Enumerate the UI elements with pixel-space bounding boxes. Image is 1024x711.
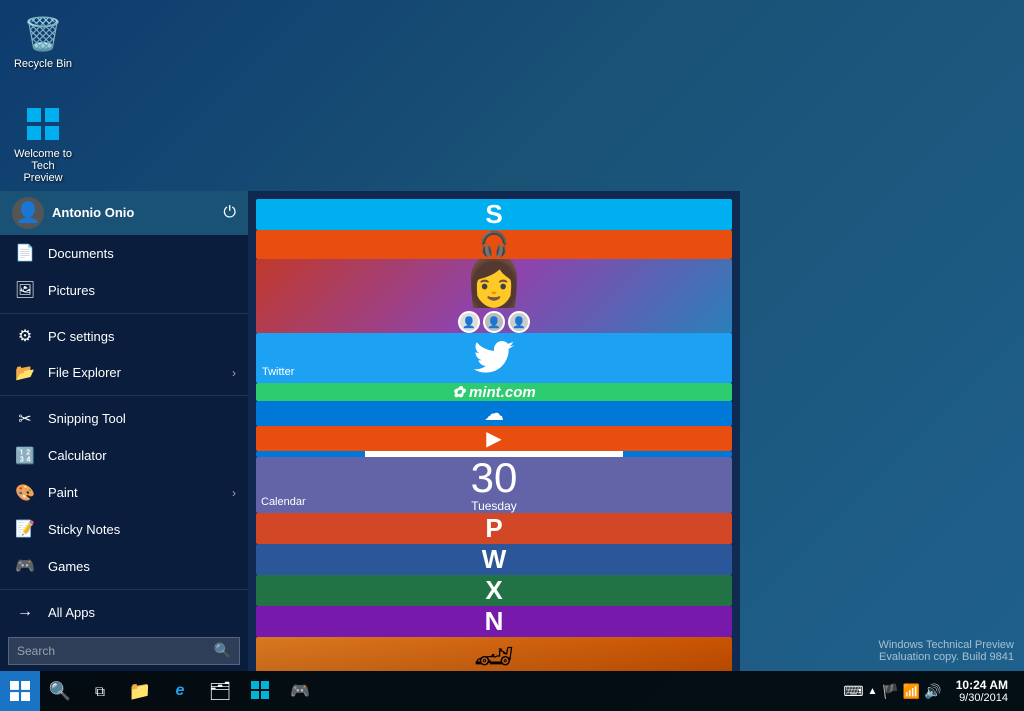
desktop: 🗑️ Recycle Bin Welcome to Tech Preview W… [0,0,1024,711]
tile-photo[interactable]: 👩👤👤👤 [256,259,732,333]
taskbar-folder-button[interactable]: 🗂 [200,671,240,711]
tile-twitter[interactable]: Twitter [256,333,732,383]
taskbar-taskview-button[interactable]: ⧉ [80,671,120,711]
taskbar-store-icon [251,681,269,702]
user-info: 👤 Antonio Onio [12,197,134,229]
start-button[interactable] [0,671,40,711]
power-button[interactable]: ⏻ [223,204,236,222]
games-icon: 🎮 [14,555,36,577]
menu-item-file-explorer[interactable]: 📂 File Explorer › [0,355,248,392]
tile-skype[interactable]: S [256,199,732,230]
snipping-tool-icon: ✂ [14,408,36,430]
search-input[interactable] [17,644,208,658]
user-bar: 👤 Antonio Onio ⏻ [0,191,248,235]
menu-item-all-apps[interactable]: → All Apps [0,594,248,631]
paint-icon: 🎨 [14,482,36,504]
avatar: 👤 [12,197,44,229]
win-watermark: Windows Technical Preview Evaluation cop… [878,639,1014,663]
tile-excel[interactable]: X [256,575,732,606]
tile-mint[interactable]: ✿ mint.com [256,383,732,401]
menu-item-pc-settings[interactable]: ⚙ PC settings [0,318,248,355]
tile-music[interactable]: 🎧 [256,230,732,259]
menu-item-snipping-tool[interactable]: ✂ Snipping Tool [0,400,248,437]
left-panel: 👤 Antonio Onio ⏻ 📄 Documents 🖼 Pictures … [0,191,248,671]
documents-icon: 📄 [14,242,36,264]
menu-item-games[interactable]: 🎮 Games [0,548,248,585]
tile-powerpoint[interactable]: P [256,513,732,544]
search-box[interactable]: 🔍 [8,637,240,665]
pc-settings-icon: ⚙ [14,325,36,347]
welcome-icon [23,104,63,144]
tile-onedrive[interactable]: ☁ [256,401,732,426]
recycle-bin-icon: 🗑️ [23,14,63,54]
calculator-icon: 🔢 [14,445,36,467]
menu-item-paint[interactable]: 🎨 Paint › [0,474,248,511]
taskbar: 🔍 ⧉ 📁 e 🗂 🎮 [0,671,1024,711]
welcome-label: Welcome to Tech Preview [12,148,74,184]
taskbar-taskview-icon: ⧉ [95,683,105,700]
desktop-icon-recycle-bin[interactable]: 🗑️ Recycle Bin [8,10,78,74]
search-icon: 🔍 [214,642,231,659]
taskbar-folder-icon: 🗂 [209,681,232,702]
file-explorer-chevron: › [232,366,236,380]
taskbar-tray: ⌨ ▲ 🏴 📶 🔊 10:24 AM 9/30/2014 [843,676,1024,706]
pictures-icon: 🖼 [14,279,36,301]
paint-chevron: › [232,486,236,500]
signal-tray-icon[interactable]: 📶 [903,683,920,700]
tray-icons: ⌨ ▲ 🏴 📶 🔊 [843,683,941,700]
chevron-up-icon[interactable]: ▲ [868,686,878,697]
tile-car[interactable]: 🏎 [256,637,732,671]
taskbar-store-button[interactable] [240,671,280,711]
desktop-icon-welcome[interactable]: Welcome to Tech Preview [8,100,78,188]
taskbar-ie-icon: e [176,682,185,700]
keyboard-tray-icon[interactable]: ⌨ [843,683,863,700]
separator-2 [0,395,248,396]
taskbar-ie-button[interactable]: e [160,671,200,711]
menu-item-sticky-notes[interactable]: 📝 Sticky Notes [0,511,248,548]
sticky-notes-icon: 📝 [14,518,36,540]
menu-item-calculator[interactable]: 🔢 Calculator [0,437,248,474]
tiles-panel: S🎧👩👤👤👤Twitter✿ mint.com☁▶Mail30TuesdayCa… [248,191,740,671]
tile-onenote[interactable]: N [256,606,732,637]
separator-1 [0,313,248,314]
tile-video[interactable]: ▶ [256,426,732,451]
taskbar-games-icon: 🎮 [290,681,310,701]
taskbar-fileexplorer-icon: 📁 [129,681,151,702]
all-apps-icon: → [14,601,36,623]
menu-item-documents[interactable]: 📄 Documents [0,235,248,272]
volume-tray-icon[interactable]: 🔊 [924,683,941,700]
taskbar-search-button[interactable]: 🔍 [40,671,80,711]
start-menu: 👤 Antonio Onio ⏻ 📄 Documents 🖼 Pictures … [0,191,740,671]
file-explorer-icon: 📂 [14,362,36,384]
tile-calendar[interactable]: 30TuesdayCalendar [256,457,732,513]
separator-3 [0,589,248,590]
user-name: Antonio Onio [52,205,134,220]
tile-word[interactable]: W [256,544,732,575]
clock[interactable]: 10:24 AM 9/30/2014 [948,676,1016,706]
taskbar-search-icon: 🔍 [49,681,71,702]
taskbar-games-button[interactable]: 🎮 [280,671,320,711]
taskbar-fileexplorer-button[interactable]: 📁 [120,671,160,711]
recycle-bin-label: Recycle Bin [14,58,72,70]
network-flag-icon[interactable]: 🏴 [881,683,898,700]
menu-item-pictures[interactable]: 🖼 Pictures [0,272,248,309]
